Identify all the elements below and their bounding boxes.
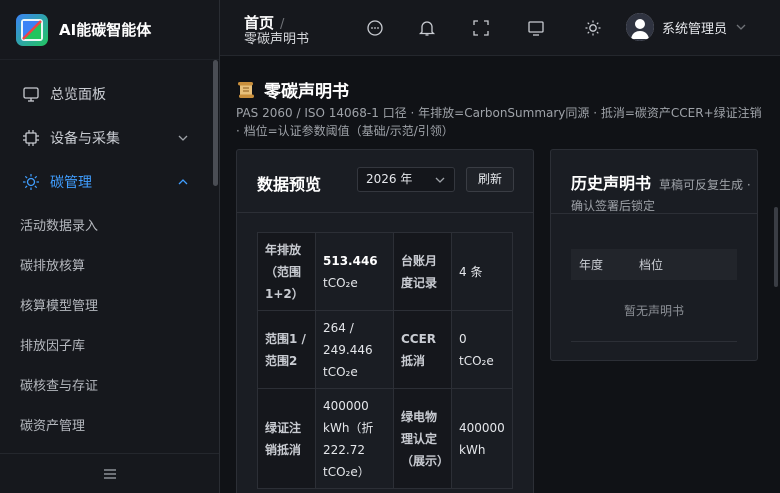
table-key: CCER抵消 <box>393 310 452 389</box>
chevron-down-icon <box>435 177 445 183</box>
data-preview-header: 数据预览 2026 年 刷新 <box>237 150 533 213</box>
user-icon <box>626 13 654 41</box>
table-value: 400000 kWh（折 222.72 tCO₂e） <box>315 388 394 489</box>
sidebar-item-carbon[interactable]: 碳管理 <box>0 160 219 204</box>
table-row: 绿证注销抵消 400000 kWh（折 222.72 tCO₂e） 绿电物理认定… <box>257 388 513 489</box>
scroll-icon <box>238 81 254 98</box>
preview-table: 年排放（范围1+2） 513.446 tCO₂e 台账月度记录 4 条 范围1 /… <box>257 232 513 489</box>
history-header: 历史声明书 草稿可反复生成 · 确认签署后锁定 <box>551 150 757 214</box>
screen-icon[interactable] <box>527 19 545 37</box>
year-select[interactable]: 2026 年 <box>357 167 455 192</box>
user-menu[interactable]: 系统管理员 <box>626 13 747 41</box>
sidebar-collapse-button[interactable] <box>0 453 219 493</box>
sun-icon <box>23 174 39 190</box>
table-value: 0 tCO₂e <box>451 310 513 389</box>
history-table-header: 年度 档位 <box>571 249 737 280</box>
sidebar-subitem-verification[interactable]: 碳核查与存证 <box>0 364 219 404</box>
sidebar-item-overview[interactable]: 总览面板 <box>0 72 219 116</box>
chip-icon <box>23 130 39 146</box>
annual-emission-unit: tCO₂e <box>323 275 358 290</box>
table-key: 绿电物理认定（展示） <box>393 388 452 489</box>
column-header-level: 档位 <box>639 258 664 272</box>
refresh-button[interactable]: 刷新 <box>466 167 514 192</box>
table-key: 台账月度记录 <box>393 232 452 311</box>
annual-emission-value: 513.446 <box>323 253 378 268</box>
column-header-year: 年度 <box>579 258 604 272</box>
sidebar-item-label: 设备与采集 <box>50 131 120 147</box>
monitor-icon <box>23 87 39 102</box>
table-row: 范围1 / 范围2 264 / 249.446 tCO₂e CCER抵消 0 t… <box>257 310 513 389</box>
sidebar-subitem-activity-data[interactable]: 活动数据录入 <box>0 204 219 244</box>
sidebar: AI能碳智能体 总览面板 设备与采集 碳管理 活动数据录入 碳排放核算 核算模型… <box>0 0 220 493</box>
table-key: 范围1 / 范围2 <box>257 310 316 389</box>
table-value: 264 / 249.446 tCO₂e <box>315 310 394 389</box>
sidebar-subitem-factor-lib[interactable]: 排放因子库 <box>0 324 219 364</box>
fullscreen-icon[interactable] <box>472 19 490 37</box>
page-description: PAS 2060 / ISO 14068-1 口径 · 年排放=CarbonSu… <box>236 106 762 138</box>
chevron-down-icon <box>178 135 188 141</box>
sidebar-item-label: 碳管理 <box>50 175 92 191</box>
table-value: 400000 kWh <box>451 388 513 489</box>
history-card: 历史声明书 草稿可反复生成 · 确认签署后锁定 年度 档位 暂无声明书 <box>550 149 758 361</box>
sidebar-subitem-carbon-assets[interactable]: 碳资产管理 <box>0 404 219 444</box>
app-logo-icon <box>16 13 48 46</box>
sidebar-menu: 总览面板 设备与采集 碳管理 活动数据录入 碳排放核算 核算模型管理 排放因子库… <box>0 60 219 444</box>
sidebar-item-devices[interactable]: 设备与采集 <box>0 116 219 160</box>
app-name: AI能碳智能体 <box>59 21 152 39</box>
page-title-text: 零碳声明书 <box>264 82 349 102</box>
sidebar-item-label: 总览面板 <box>50 87 106 103</box>
table-value: 513.446 tCO₂e <box>315 232 394 311</box>
table-row: 年排放（范围1+2） 513.446 tCO₂e 台账月度记录 4 条 <box>257 232 513 311</box>
breadcrumb: 首页 / 零碳声明书 <box>244 12 309 47</box>
data-preview-title: 数据预览 <box>257 175 322 194</box>
bell-icon[interactable] <box>418 19 436 37</box>
sidebar-scrollbar[interactable] <box>213 60 218 186</box>
year-select-value: 2026 年 <box>366 172 413 186</box>
chevron-down-icon <box>736 24 746 30</box>
avatar <box>626 13 654 41</box>
data-preview-card: 数据预览 2026 年 刷新 年排放（范围1+2） 513.446 tCO₂e 台… <box>236 149 534 493</box>
theme-sun-icon[interactable] <box>584 19 602 37</box>
user-name: 系统管理员 <box>662 21 728 37</box>
history-title: 历史声明书 <box>571 174 652 193</box>
chevron-up-icon <box>178 179 188 185</box>
empty-state: 暂无声明书 <box>571 280 737 342</box>
brand[interactable]: AI能碳智能体 <box>0 0 219 60</box>
hamburger-icon <box>103 468 116 479</box>
top-header: 首页 / 零碳声明书 系统管理员 <box>220 0 780 56</box>
table-key: 绿证注销抵消 <box>257 388 316 489</box>
chat-icon[interactable] <box>366 19 384 37</box>
page-title: 零碳声明书 <box>236 77 349 102</box>
sidebar-subitem-emission-calc[interactable]: 碳排放核算 <box>0 244 219 284</box>
breadcrumb-current: 零碳声明书 <box>244 32 310 47</box>
sidebar-subitem-model-mgmt[interactable]: 核算模型管理 <box>0 284 219 324</box>
main-scrollbar[interactable] <box>774 207 778 287</box>
table-key: 年排放（范围1+2） <box>257 232 316 311</box>
table-value: 4 条 <box>451 232 513 311</box>
main-content: 零碳声明书 PAS 2060 / ISO 14068-1 口径 · 年排放=Ca… <box>220 57 780 493</box>
